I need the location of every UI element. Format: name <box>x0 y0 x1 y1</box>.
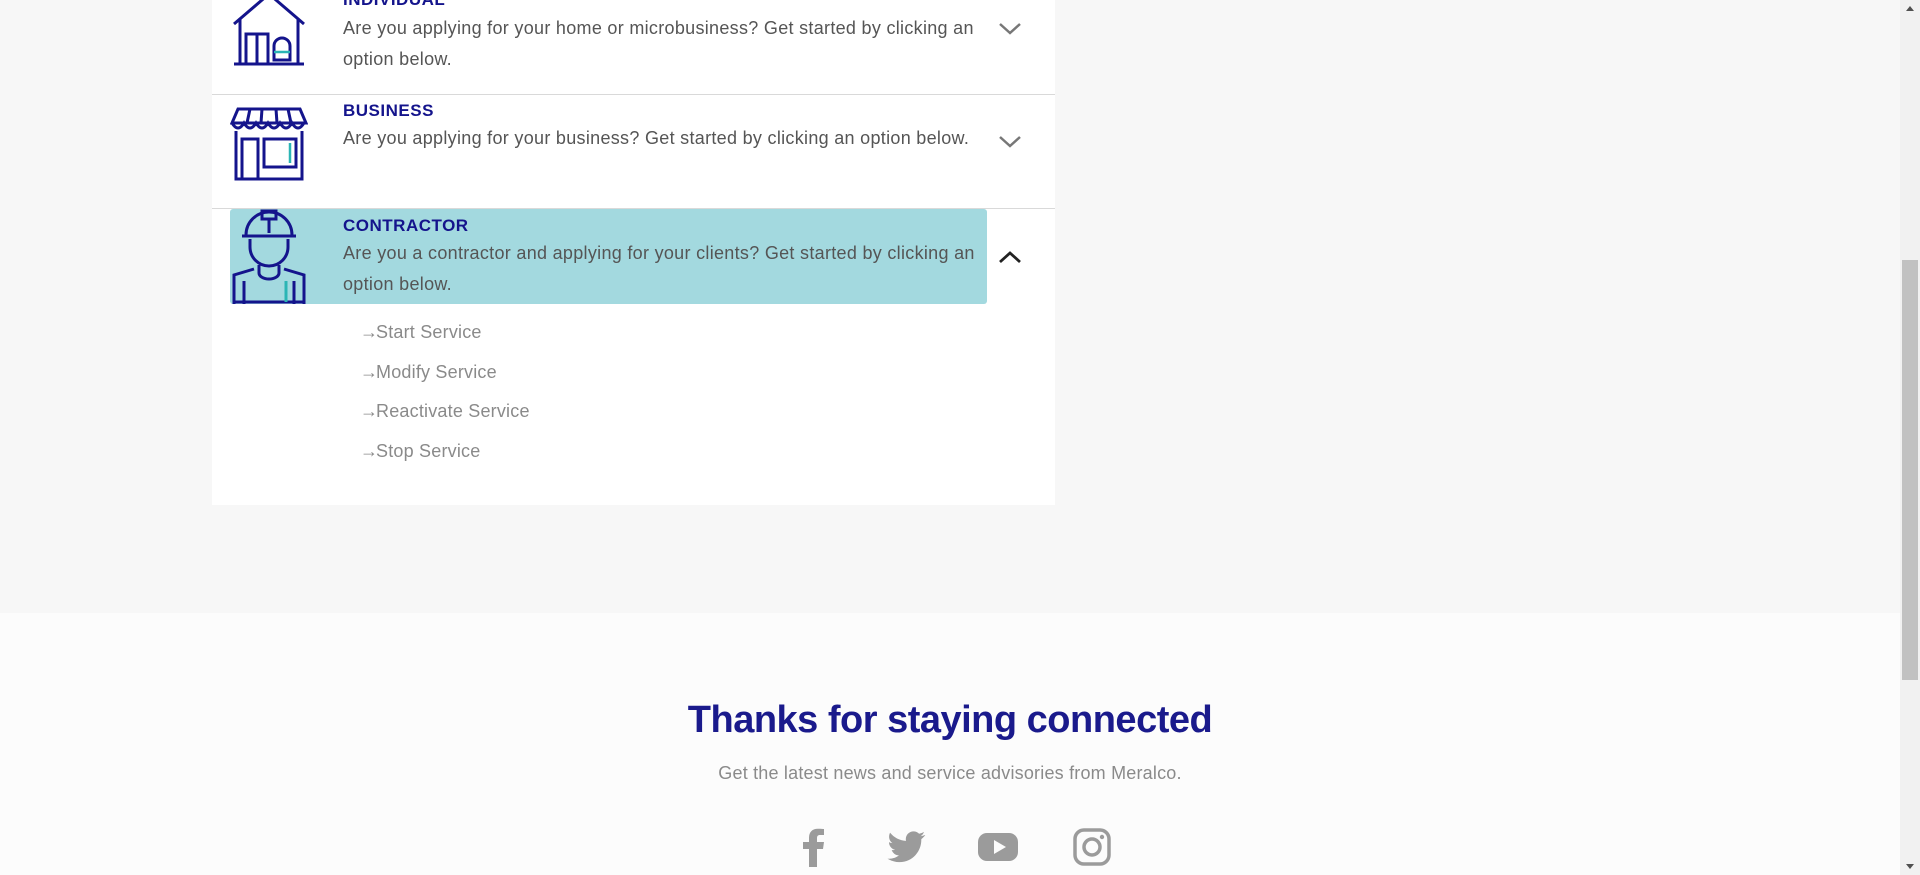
chevron-down-icon[interactable] <box>996 18 1024 38</box>
newsletter-footer: Thanks for staying connected Get the lat… <box>0 613 1900 875</box>
vertical-scrollbar[interactable] <box>1900 0 1920 875</box>
scroll-down-arrow-icon[interactable] <box>1900 858 1920 875</box>
construction-worker-icon <box>232 209 306 304</box>
twitter-icon[interactable] <box>884 825 928 869</box>
arrow-right-icon: → <box>360 322 379 342</box>
contractor-options-list: →Start Service →Modify Service →Reactiva… <box>360 322 530 480</box>
youtube-icon[interactable] <box>976 825 1020 869</box>
arrow-right-icon: → <box>360 361 379 382</box>
chevron-up-icon[interactable] <box>996 247 1024 267</box>
accordion-title-individual: INDIVIDUAL <box>343 0 445 10</box>
modify-service-link[interactable]: →Modify Service <box>360 362 530 402</box>
accordion-description-individual: Are you applying for your home or microb… <box>343 18 974 69</box>
arrow-right-icon: → <box>360 440 379 461</box>
footer-subtitle: Get the latest news and service advisori… <box>718 763 1182 783</box>
start-service-link[interactable]: →Start Service <box>360 322 530 362</box>
scrollbar-thumb[interactable] <box>1902 260 1918 680</box>
storefront-icon <box>230 107 308 181</box>
social-links <box>784 825 1124 869</box>
page: INDIVIDUAL Are you applying for your hom… <box>0 0 1900 875</box>
accordion-description-business: Are you applying for your business? Get … <box>343 128 970 148</box>
modify-service-label: Modify Service <box>376 361 497 382</box>
chevron-down-icon[interactable] <box>996 131 1024 151</box>
reactivate-service-link[interactable]: →Reactivate Service <box>360 401 530 441</box>
accordion-title-contractor: CONTRACTOR <box>343 216 469 235</box>
facebook-icon[interactable] <box>792 825 836 869</box>
accordion-title-business: BUSINESS <box>343 101 434 120</box>
instagram-icon[interactable] <box>1070 825 1114 869</box>
reactivate-service-label: Reactivate Service <box>376 401 530 421</box>
accordion-item-contractor[interactable]: CONTRACTOR Are you a contractor and appl… <box>212 209 1055 305</box>
customer-type-accordion: INDIVIDUAL Are you applying for your hom… <box>212 0 1055 505</box>
accordion-item-business[interactable]: BUSINESS Are you applying for your busin… <box>212 95 1055 209</box>
arrow-right-icon: → <box>360 401 379 421</box>
stop-service-label: Stop Service <box>376 440 481 461</box>
stop-service-link[interactable]: →Stop Service <box>360 441 530 481</box>
start-service-label: Start Service <box>376 322 482 342</box>
footer-title: Thanks for staying connected <box>687 699 1213 741</box>
house-icon <box>233 0 305 66</box>
scroll-up-arrow-icon[interactable] <box>1900 0 1920 17</box>
accordion-item-individual[interactable]: INDIVIDUAL Are you applying for your hom… <box>212 0 1055 95</box>
accordion-description-contractor: Are you a contractor and applying for yo… <box>343 243 975 294</box>
